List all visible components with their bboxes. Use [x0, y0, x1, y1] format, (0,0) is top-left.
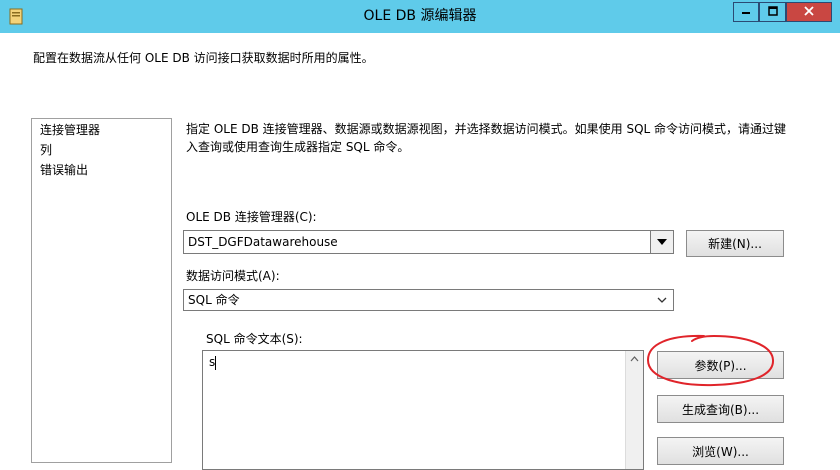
access-mode-value: SQL 命令	[188, 293, 240, 307]
sql-command-label: SQL 命令文本(S):	[206, 332, 303, 346]
chevron-down-icon[interactable]	[650, 231, 673, 253]
text-caret	[215, 356, 216, 370]
instruction-text: 指定 OLE DB 连接管理器、数据源或数据源视图，并选择数据访问模式。如果使用…	[186, 120, 786, 156]
connection-manager-value: DST_DGFDatawarehouse	[188, 235, 338, 249]
close-icon	[804, 5, 814, 19]
parameters-button[interactable]: 参数(P)...	[657, 351, 784, 379]
access-mode-label: 数据访问模式(A):	[186, 269, 280, 283]
chevron-down-icon[interactable]	[651, 290, 673, 310]
access-mode-select[interactable]: SQL 命令	[183, 289, 674, 311]
connection-manager-label: OLE DB 连接管理器(C):	[186, 210, 317, 224]
instruction-line-1: 指定 OLE DB 连接管理器、数据源或数据源视图，并选择数据访问模式。如果使用…	[186, 122, 787, 136]
minimize-icon	[741, 5, 751, 19]
new-connection-button[interactable]: 新建(N)...	[686, 230, 784, 257]
window-title: OLE DB 源编辑器	[363, 8, 477, 24]
dialog-description: 配置在数据流从任何 OLE DB 访问接口获取数据时所用的属性。	[33, 51, 374, 65]
maximize-icon	[767, 5, 778, 19]
instruction-line-2: 入查询或使用查询生成器指定 SQL 命令。	[186, 140, 410, 154]
sidebar-item-error-output[interactable]: 错误输出	[38, 161, 90, 179]
page-list: 连接管理器 列 错误输出	[31, 118, 172, 463]
scroll-up-arrow-icon[interactable]	[627, 352, 641, 366]
close-button[interactable]	[786, 2, 832, 22]
sidebar-item-columns[interactable]: 列	[38, 141, 54, 159]
connection-manager-select[interactable]: DST_DGFDatawarehouse	[183, 230, 674, 254]
maximize-button[interactable]	[759, 2, 786, 22]
sql-command-textarea[interactable]: s	[202, 350, 644, 470]
browse-button[interactable]: 浏览(W)...	[657, 437, 784, 465]
title-bar: OLE DB 源编辑器	[0, 0, 840, 33]
build-query-button[interactable]: 生成查询(B)...	[657, 395, 784, 423]
sidebar-item-connection-manager[interactable]: 连接管理器	[38, 121, 102, 139]
sql-command-scrollbar[interactable]	[625, 351, 643, 469]
minimize-button[interactable]	[733, 2, 759, 22]
